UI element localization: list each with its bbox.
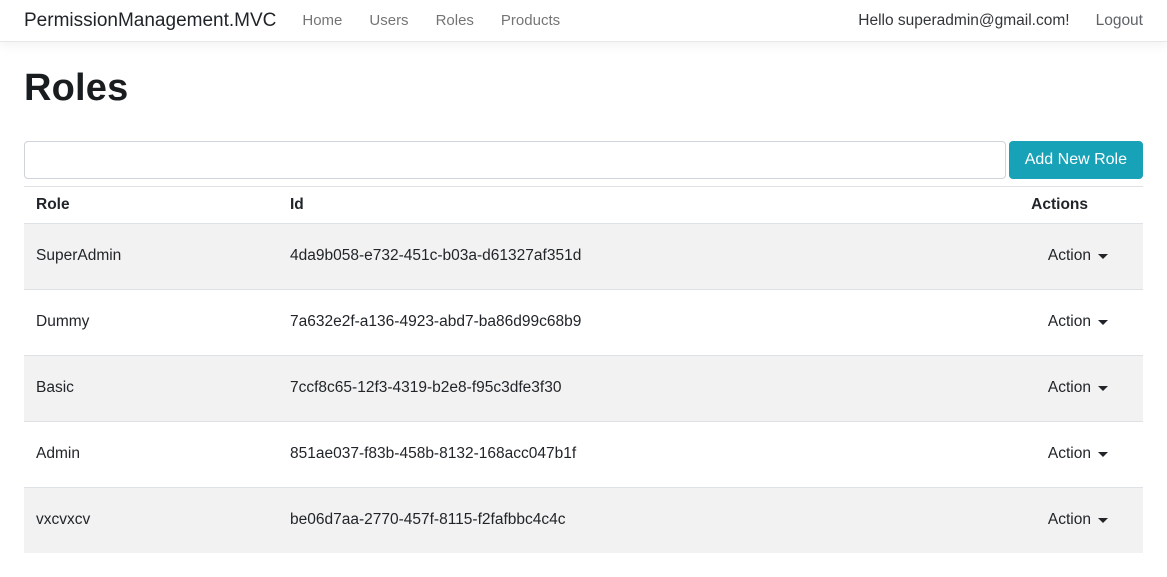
role-actions-cell: Action (983, 290, 1143, 356)
nav-link-users[interactable]: Users (369, 12, 408, 29)
table-row: Basic 7ccf8c65-12f3-4319-b2e8-f95c3dfe3f… (24, 356, 1143, 422)
role-search-input[interactable] (24, 141, 1006, 179)
action-dropdown-button[interactable]: Action (1036, 243, 1120, 269)
add-new-role-button[interactable]: Add New Role (1009, 141, 1143, 179)
page-title: Roles (24, 67, 1143, 110)
action-dropdown-button[interactable]: Action (1036, 309, 1120, 335)
table-row: vxcvxcv be06d7aa-2770-457f-8115-f2fafbbc… (24, 488, 1143, 554)
role-id-cell: be06d7aa-2770-457f-8115-f2fafbbc4c4c (278, 488, 983, 554)
roles-toolbar: Add New Role (24, 141, 1143, 179)
role-name-cell: Admin (24, 422, 278, 488)
app-brand-link[interactable]: PermissionManagement.MVC (24, 10, 276, 32)
action-dropdown-button[interactable]: Action (1036, 507, 1120, 533)
role-actions-cell: Action (983, 224, 1143, 290)
table-row: SuperAdmin 4da9b058-e732-451c-b03a-d6132… (24, 224, 1143, 290)
role-id-cell: 7ccf8c65-12f3-4319-b2e8-f95c3dfe3f30 (278, 356, 983, 422)
roles-table: Role Id Actions SuperAdmin 4da9b058-e732… (24, 186, 1143, 553)
caret-down-icon (1098, 320, 1108, 325)
column-header-role: Role (24, 187, 278, 224)
role-id-cell: 4da9b058-e732-451c-b03a-d61327af351d (278, 224, 983, 290)
role-name-cell: Basic (24, 356, 278, 422)
top-navbar: PermissionManagement.MVC Home Users Role… (0, 0, 1167, 42)
role-actions-cell: Action (983, 422, 1143, 488)
action-dropdown-label: Action (1048, 511, 1091, 529)
main-content: Roles Add New Role Role Id Actions Super… (0, 67, 1167, 553)
table-row: Admin 851ae037-f83b-458b-8132-168acc047b… (24, 422, 1143, 488)
caret-down-icon (1098, 386, 1108, 391)
main-nav: Home Users Roles Products (302, 12, 560, 29)
caret-down-icon (1098, 254, 1108, 259)
column-header-id: Id (278, 187, 983, 224)
logout-button[interactable]: Logout (1096, 12, 1143, 30)
role-name-cell: Dummy (24, 290, 278, 356)
column-header-actions: Actions (983, 187, 1143, 224)
nav-link-products[interactable]: Products (501, 12, 560, 29)
role-id-cell: 7a632e2f-a136-4923-abd7-ba86d99c68b9 (278, 290, 983, 356)
action-dropdown-label: Action (1048, 313, 1091, 331)
role-id-cell: 851ae037-f83b-458b-8132-168acc047b1f (278, 422, 983, 488)
action-dropdown-label: Action (1048, 445, 1091, 463)
roles-table-body: SuperAdmin 4da9b058-e732-451c-b03a-d6132… (24, 224, 1143, 554)
role-actions-cell: Action (983, 488, 1143, 554)
action-dropdown-button[interactable]: Action (1036, 441, 1120, 467)
action-dropdown-label: Action (1048, 247, 1091, 265)
roles-table-header: Role Id Actions (24, 187, 1143, 224)
role-name-cell: vxcvxcv (24, 488, 278, 554)
nav-link-roles[interactable]: Roles (436, 12, 474, 29)
user-greeting-link[interactable]: Hello superadmin@gmail.com! (858, 12, 1069, 30)
action-dropdown-label: Action (1048, 379, 1091, 397)
action-dropdown-button[interactable]: Action (1036, 375, 1120, 401)
nav-link-home[interactable]: Home (302, 12, 342, 29)
role-actions-cell: Action (983, 356, 1143, 422)
role-name-cell: SuperAdmin (24, 224, 278, 290)
caret-down-icon (1098, 518, 1108, 523)
caret-down-icon (1098, 452, 1108, 457)
table-row: Dummy 7a632e2f-a136-4923-abd7-ba86d99c68… (24, 290, 1143, 356)
